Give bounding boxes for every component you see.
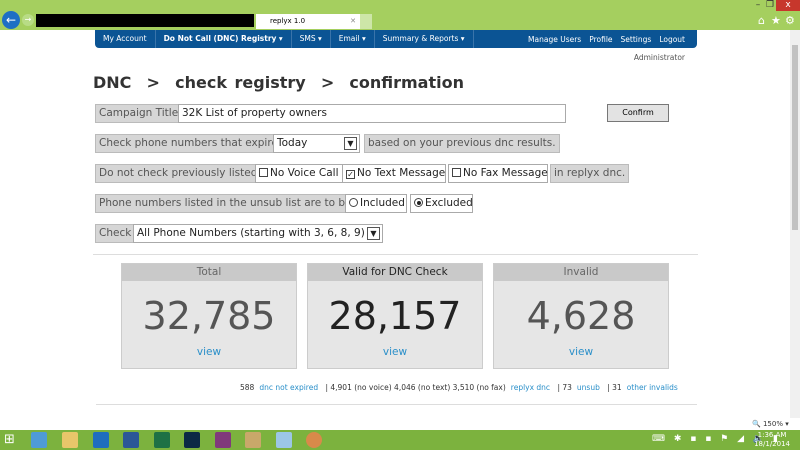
radio-selected-icon (414, 198, 423, 207)
user-role: Administrator (633, 53, 685, 62)
expire-select[interactable]: Today ▼ (273, 134, 360, 153)
forward-icon[interactable]: → (22, 14, 34, 26)
nav-manage-users[interactable]: Manage Users (528, 35, 581, 44)
nav-sms[interactable]: SMS ▾ (292, 30, 331, 48)
file-explorer-icon[interactable] (62, 432, 78, 448)
nav-settings[interactable]: Settings (621, 35, 652, 44)
scrollbar-thumb[interactable] (792, 45, 798, 230)
nav-logout[interactable]: Logout (659, 35, 685, 44)
view-link[interactable]: view (494, 346, 668, 358)
home-icon[interactable]: ⌂ (758, 14, 765, 27)
divider (93, 254, 698, 255)
minimize-icon[interactable]: – (752, 0, 764, 11)
taskbar: ⊞ ⌨ ✱ ▪ ▪ ⚑ ◢ 🔈 ▮ 1:36 AM 18/1/2014 (0, 430, 800, 450)
card-title: Total (122, 264, 296, 281)
close-tab-icon[interactable]: ✕ (350, 14, 356, 29)
photoshop-icon[interactable] (184, 432, 200, 448)
card-valid: Valid for DNC Check 28,157 view (307, 263, 483, 369)
expire-suffix: based on your previous dnc results. (364, 134, 560, 153)
tab-title: replyx 1.0 (270, 17, 306, 25)
card-value: 4,628 (526, 294, 636, 338)
replyx-dnc-link[interactable]: replyx dnc (511, 383, 550, 392)
favorites-star-icon[interactable]: ★ (771, 14, 781, 27)
chevron-down-icon: ▼ (367, 227, 380, 240)
restore-icon[interactable]: ❐ (764, 0, 776, 11)
app-icon[interactable] (276, 432, 292, 448)
nav-summary-reports[interactable]: Summary & Reports ▾ (375, 30, 474, 48)
no-fax-checkbox[interactable]: No Fax Message (448, 164, 548, 183)
no-text-checkbox[interactable]: ✓ No Text Message (342, 164, 446, 183)
view-link[interactable]: view (308, 346, 482, 358)
chevron-down-icon: ▼ (344, 137, 357, 150)
onenote-icon[interactable] (215, 432, 231, 448)
no-voice-checkbox[interactable]: No Voice Call (255, 164, 344, 183)
ie-icon[interactable] (31, 432, 47, 448)
outlook-icon[interactable] (93, 432, 109, 448)
checkbox-checked-icon: ✓ (346, 170, 355, 179)
radio-icon (349, 198, 358, 207)
windows-start-icon[interactable]: ⊞ (4, 432, 20, 448)
check-select[interactable]: All Phone Numbers (starting with 3, 6, 8… (133, 224, 383, 243)
browser-tab[interactable]: replyx 1.0 ✕ (256, 14, 360, 29)
card-title: Valid for DNC Check (308, 264, 482, 281)
invalid-breakdown: 588 dnc not expired | 4,901 (no voice) 4,… (240, 383, 678, 392)
view-link[interactable]: view (122, 346, 296, 358)
main-nav: My Account Do Not Call (DNC) Registry ▾ … (95, 30, 697, 48)
nav-my-account[interactable]: My Account (95, 30, 156, 48)
card-invalid: Invalid 4,628 view (493, 263, 669, 369)
prev-suffix: in replyx dnc. (550, 164, 630, 183)
back-icon[interactable]: ← (2, 11, 20, 29)
gear-icon[interactable]: ⚙ (785, 14, 795, 27)
card-total: Total 32,785 view (121, 263, 297, 369)
check-label: Check (95, 224, 136, 243)
word-icon[interactable] (123, 432, 139, 448)
dnc-not-expired-link[interactable]: dnc not expired (259, 383, 318, 392)
tools-icon[interactable] (245, 432, 261, 448)
other-invalids-link[interactable]: other invalids (627, 383, 678, 392)
confirm-button[interactable]: Confirm (607, 104, 669, 122)
address-bar[interactable] (36, 14, 254, 27)
expire-value: Today (277, 137, 308, 149)
campaign-title-label: Campaign Title (95, 104, 183, 123)
checkbox-icon (452, 168, 461, 177)
card-title: Invalid (494, 264, 668, 281)
check-value: All Phone Numbers (starting with 3, 6, 8… (137, 227, 365, 239)
close-window-icon[interactable]: x (776, 0, 800, 11)
divider (96, 404, 697, 418)
unsub-link[interactable]: unsub (577, 383, 600, 392)
prev-listed-label: Do not check previously listed (95, 164, 262, 183)
checkbox-icon (259, 168, 268, 177)
card-value: 28,157 (328, 294, 462, 338)
excel-icon[interactable] (154, 432, 170, 448)
new-tab-button[interactable] (360, 14, 372, 29)
clock[interactable]: 1:36 AM 18/1/2014 (754, 431, 790, 449)
card-value: 32,785 (142, 294, 276, 338)
excluded-radio[interactable]: Excluded (410, 194, 473, 213)
included-radio[interactable]: Included (345, 194, 407, 213)
paint-icon[interactable] (306, 432, 322, 448)
page-title: DNC > check registry > confirmation (93, 73, 464, 92)
campaign-title-input[interactable]: 32K List of property owners (178, 104, 566, 123)
nav-profile[interactable]: Profile (589, 35, 612, 44)
unsub-label: Phone numbers listed in the unsub list a… (95, 194, 356, 213)
nav-dnc[interactable]: Do Not Call (DNC) Registry ▾ (156, 30, 292, 48)
zoom-level[interactable]: 🔍 150% ▾ (752, 420, 789, 428)
nav-email[interactable]: Email ▾ (331, 30, 375, 48)
expire-label: Check phone numbers that expire (95, 134, 282, 153)
